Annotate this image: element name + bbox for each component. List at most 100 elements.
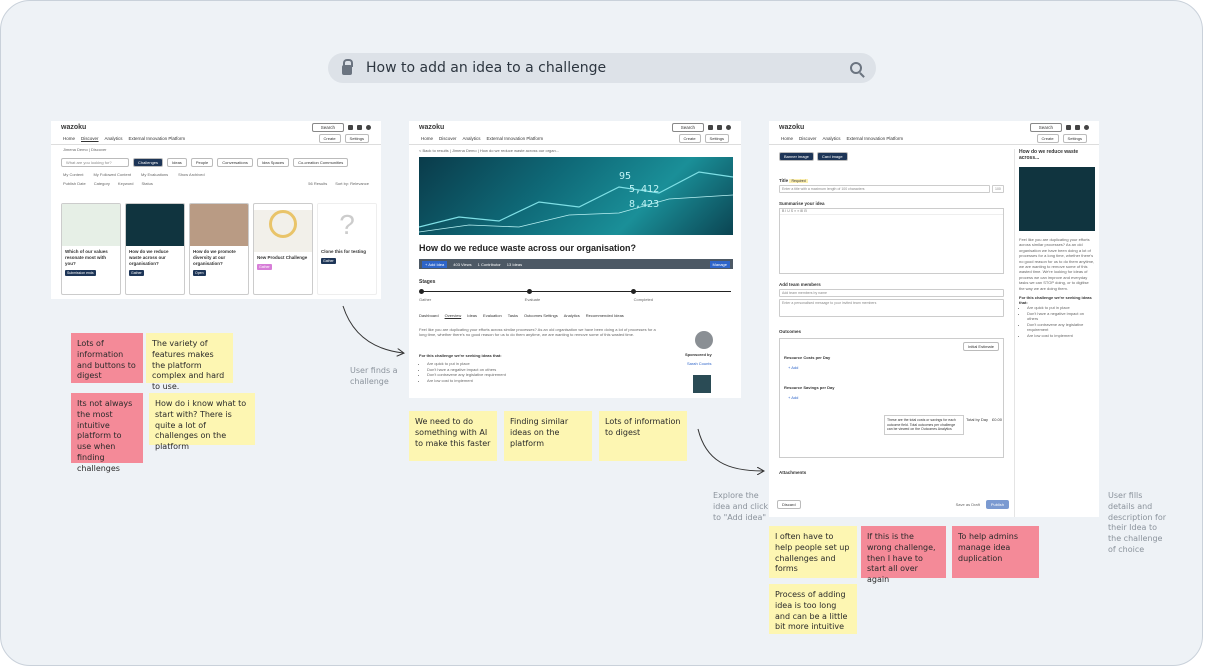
wazoku-logo: wazoku [779,123,805,131]
breadcrumb[interactable]: < Back to results | Jimena Demo | How do… [409,145,741,156]
stage-gather[interactable]: Gather [419,297,431,302]
settings-button[interactable]: Settings [1062,134,1087,143]
challenge-card[interactable]: New Product Challenge Gather [253,203,313,295]
create-button[interactable]: Create [1036,134,1059,143]
seeking-heading: For this challenge we're seeking ideas t… [419,353,502,358]
settings-button[interactable]: Settings [344,134,369,143]
idea-form: Banner image Card image Title Required E… [769,149,1015,517]
filter-ideas[interactable]: Ideas [167,158,187,167]
nav-external[interactable]: External Innovation Platform [487,136,544,141]
search-icon[interactable] [850,62,862,74]
add-idea-button[interactable]: + Add Idea [422,260,448,268]
search-bar[interactable]: How to add an idea to a challenge [328,53,876,83]
attachments-label[interactable]: Attachments [769,462,1014,475]
filter-communities[interactable]: Co-creation Communities [293,158,349,167]
search-query: How to add an idea to a challenge [366,60,607,76]
tab-outcomes-settings[interactable]: Outcomes Settings [524,313,558,318]
filter-idea-spaces[interactable]: Idea Spaces [256,158,290,167]
stage-completed[interactable]: Completed [634,297,653,302]
apps-icon[interactable] [1075,124,1080,130]
tab-ideas[interactable]: Ideas [467,313,477,318]
nav-discover[interactable]: Discover [439,136,457,141]
editor-toolbar[interactable]: B I U S ≡ ≡ ⊞ ⊟ [780,209,1003,215]
nav-analytics[interactable]: Analytics [823,136,841,141]
publish-button[interactable]: Publish [985,500,1009,509]
tab-recommended[interactable]: Recommended Ideas [586,313,624,318]
sidebar-seeking: For this challenge we're seeking ideas t… [1019,294,1092,305]
check-archived[interactable]: Show Archived [178,172,204,177]
avatar[interactable] [366,124,371,130]
avatar[interactable] [1084,124,1089,130]
dropdown-publish-date[interactable]: Publish Date [63,181,86,186]
tab-evaluation[interactable]: Evaluation [483,313,502,318]
nav-analytics[interactable]: Analytics [463,136,481,141]
resource-costs-label: Resource Costs per Day [784,355,831,360]
nav-home[interactable]: Home [421,136,433,141]
main-nav: Home Discover Analytics External Innovat… [409,133,741,145]
discard-button[interactable]: Discard [777,500,801,509]
card-image-button[interactable]: Card image [816,152,848,161]
nav-discover[interactable]: Discover [81,136,99,141]
main-nav: Home Discover Analytics External Innovat… [769,133,1099,145]
title-input[interactable]: Enter a title with a maximum length of 1… [779,185,990,193]
contributors-count: 1 Contributor [477,261,501,267]
dropdown-keyword[interactable]: Keyword [118,181,134,186]
nav-home[interactable]: Home [63,136,75,141]
discover-search-input[interactable]: What are you looking for? [61,158,129,167]
nav-discover[interactable]: Discover [799,136,817,141]
sort-dropdown[interactable]: Sort by: Relevance [335,181,369,186]
sticky-note: If this is the wrong challenge, then I h… [861,526,946,584]
sponsor-link[interactable]: Sarah Counts [687,361,711,366]
search-button[interactable]: Search [671,122,704,132]
add-saving-button[interactable]: + Add [788,395,798,400]
challenge-cards: Which of our values resonate most with y… [61,203,377,295]
add-cost-button[interactable]: + Add [788,365,798,370]
list-item: Don't have a negative impact on others [1027,311,1095,322]
create-button[interactable]: Create [318,134,341,143]
card-tag: Gather [321,257,336,264]
message-input[interactable]: Enter a personalised message to your inv… [779,299,1004,317]
estimate-select[interactable]: Initial Estimate [962,342,999,351]
check-followed[interactable]: My Followed Content [93,172,131,177]
nav-external[interactable]: External Innovation Platform [847,136,904,141]
card-tag: Open [193,269,206,276]
caption-fill-details: User fills details and description for t… [1108,491,1167,554]
nav-external[interactable]: External Innovation Platform [129,136,186,141]
apps-icon[interactable] [357,124,362,130]
nav-analytics[interactable]: Analytics [105,136,123,141]
filter-people[interactable]: People [190,158,214,167]
search-button[interactable]: Search [311,122,344,132]
dropdown-status[interactable]: Status [141,181,152,186]
banner-image-button[interactable]: Banner image [779,152,814,161]
tab-overview[interactable]: Overview [445,313,462,318]
challenge-card[interactable]: ? Clone this for testing Gather [317,203,377,295]
challenge-card[interactable]: How do we promote diversity at our organ… [189,203,249,295]
manage-button[interactable]: Manage [709,260,730,268]
search-button[interactable]: Search [1029,122,1062,132]
challenge-card[interactable]: How do we reduce waste across our organi… [125,203,185,295]
stage-evaluate[interactable]: Evaluate [525,297,541,302]
tab-dashboard[interactable]: Dashboard [419,313,439,318]
filter-challenges[interactable]: Challenges [133,158,164,167]
sticky-note: Lots of information and buttons to diges… [71,333,143,383]
bell-icon[interactable] [348,124,353,130]
list-item: Are low cost to implement [427,378,506,384]
bell-icon[interactable] [708,124,713,130]
tab-tasks[interactable]: Tasks [508,313,518,318]
create-button[interactable]: Create [678,134,701,143]
tab-analytics[interactable]: Analytics [564,313,580,318]
nav-home[interactable]: Home [781,136,793,141]
filter-conversations[interactable]: Conversations [217,158,253,167]
apps-icon[interactable] [717,124,722,130]
dropdown-category[interactable]: Category [94,181,110,186]
title-label: Title [779,178,789,183]
check-evaluations[interactable]: My Evaluations [141,172,168,177]
avatar[interactable] [726,124,731,130]
check-my-content[interactable]: My Content [63,172,83,177]
team-input[interactable]: Add team members by name [779,289,1004,297]
settings-button[interactable]: Settings [704,134,729,143]
save-draft-button[interactable]: Save as Draft [956,502,980,507]
challenge-card[interactable]: Which of our values resonate most with y… [61,203,121,295]
bell-icon[interactable] [1066,124,1071,130]
summary-editor[interactable]: B I U S ≡ ≡ ⊞ ⊟ [779,208,1004,274]
